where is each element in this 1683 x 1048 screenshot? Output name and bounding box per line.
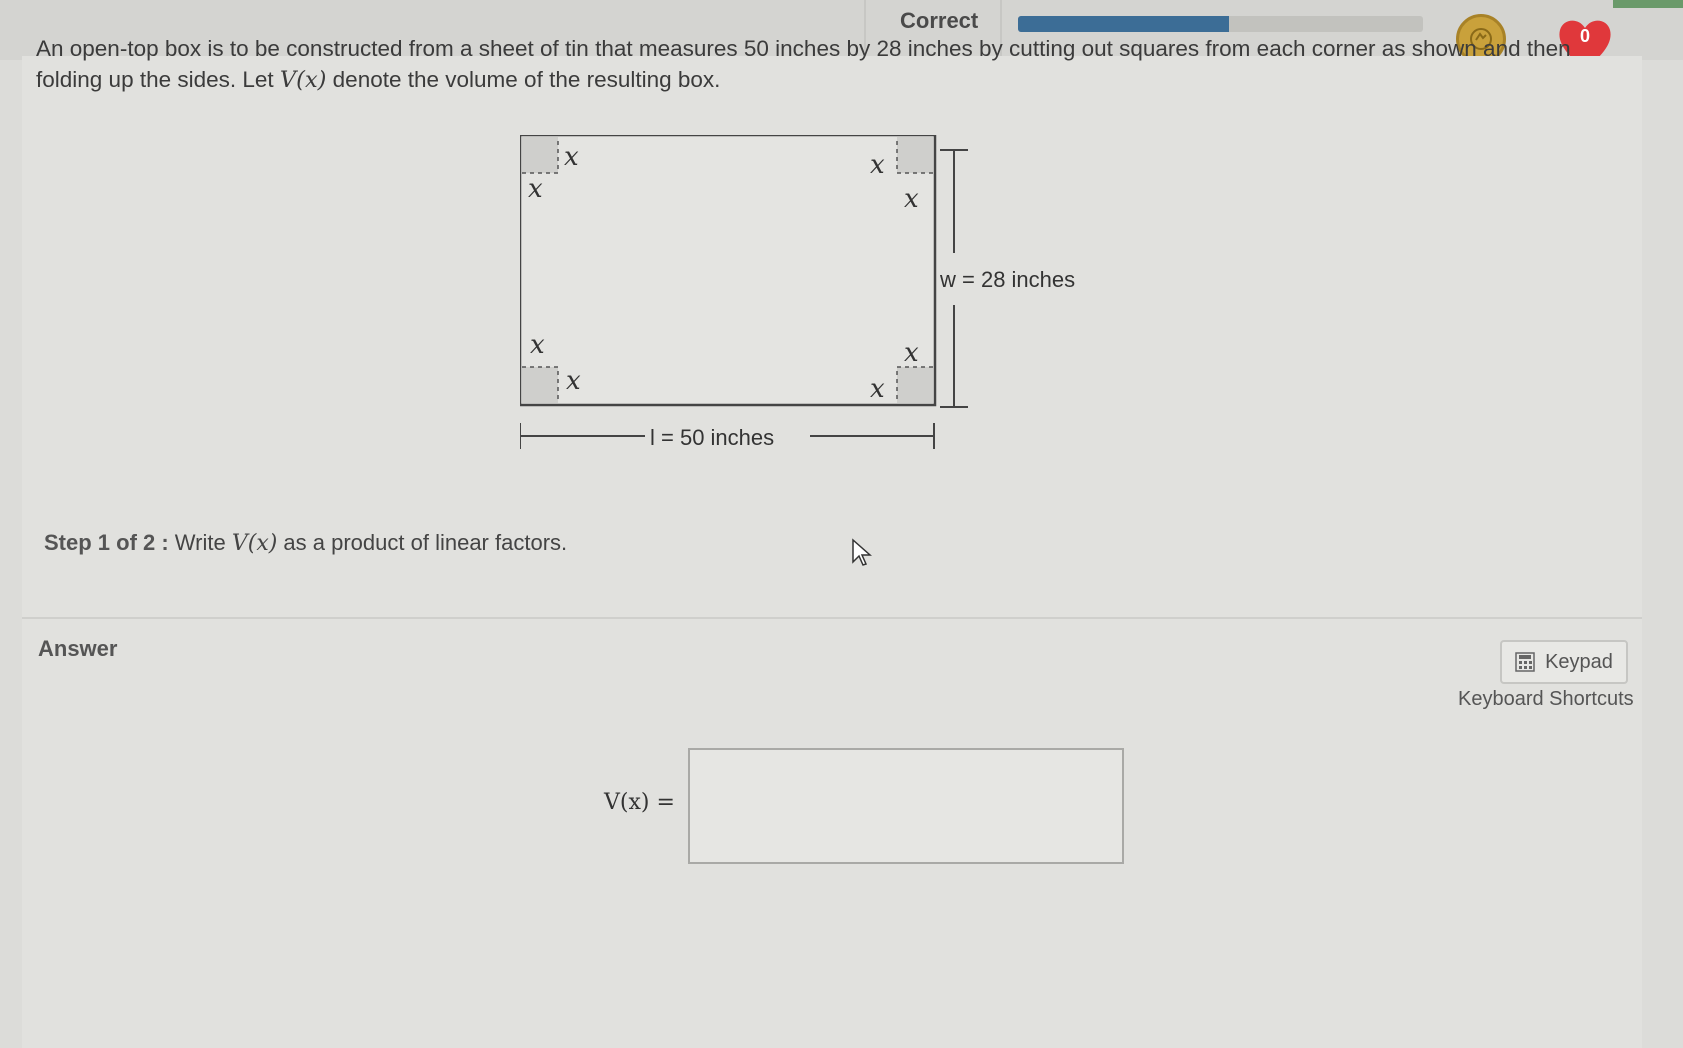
answer-input[interactable] [688,748,1124,864]
step-vx: V(x) [231,531,278,556]
length-label: l = 50 inches [650,425,774,450]
corner-label-x-tl-bottom: x [528,174,543,204]
problem-text-part2: denote the volume of the resulting box. [326,67,721,92]
step-text-part1: Write [168,530,232,555]
step-number: Step 1 of 2 : [44,530,169,555]
progress-fill [1018,16,1229,32]
corner-label-x-br-side: x [870,374,885,404]
keypad-button[interactable]: Keypad [1500,640,1628,684]
corner-square-bottom-right [897,367,933,403]
answer-input-label: V(x) = [604,790,675,815]
corner-square-bottom-left [522,367,558,403]
calculator-icon [1515,652,1535,672]
corner-label-x-tr-bottom: x [904,184,919,214]
step-instruction: Step 1 of 2 : Write V(x) as a product of… [44,530,567,556]
corner-label-x-bl-top: x [530,330,545,360]
width-label: w = 28 inches [939,267,1075,292]
corner-label-x-bl-side: x [566,366,581,396]
step-text-part2: as a product of linear factors. [277,530,568,555]
corner-square-top-left [522,137,558,173]
progress-bar [1018,16,1423,32]
problem-text-part1: An open-top box is to be constructed fro… [36,36,1571,92]
section-divider [22,617,1642,619]
box-diagram: x x x x x x x x w = 28 inches l = 50 inc… [520,135,1075,450]
corner-label-x-br-top: x [904,338,919,368]
top-accent-strip [1613,0,1683,8]
keypad-label: Keypad [1545,650,1613,673]
problem-statement: An open-top box is to be constructed fro… [36,33,1626,96]
corner-label-x-tr-side: x [870,150,885,180]
mouse-cursor-icon [852,538,872,566]
corner-label-x-tl-side: x [564,142,579,172]
answer-heading: Answer [38,636,118,661]
status-label: Correct [900,8,979,33]
keyboard-shortcuts-link[interactable]: Keyboard Shortcuts [1458,688,1634,711]
problem-vx: V(x) [279,67,327,93]
corner-square-top-right [897,137,933,173]
